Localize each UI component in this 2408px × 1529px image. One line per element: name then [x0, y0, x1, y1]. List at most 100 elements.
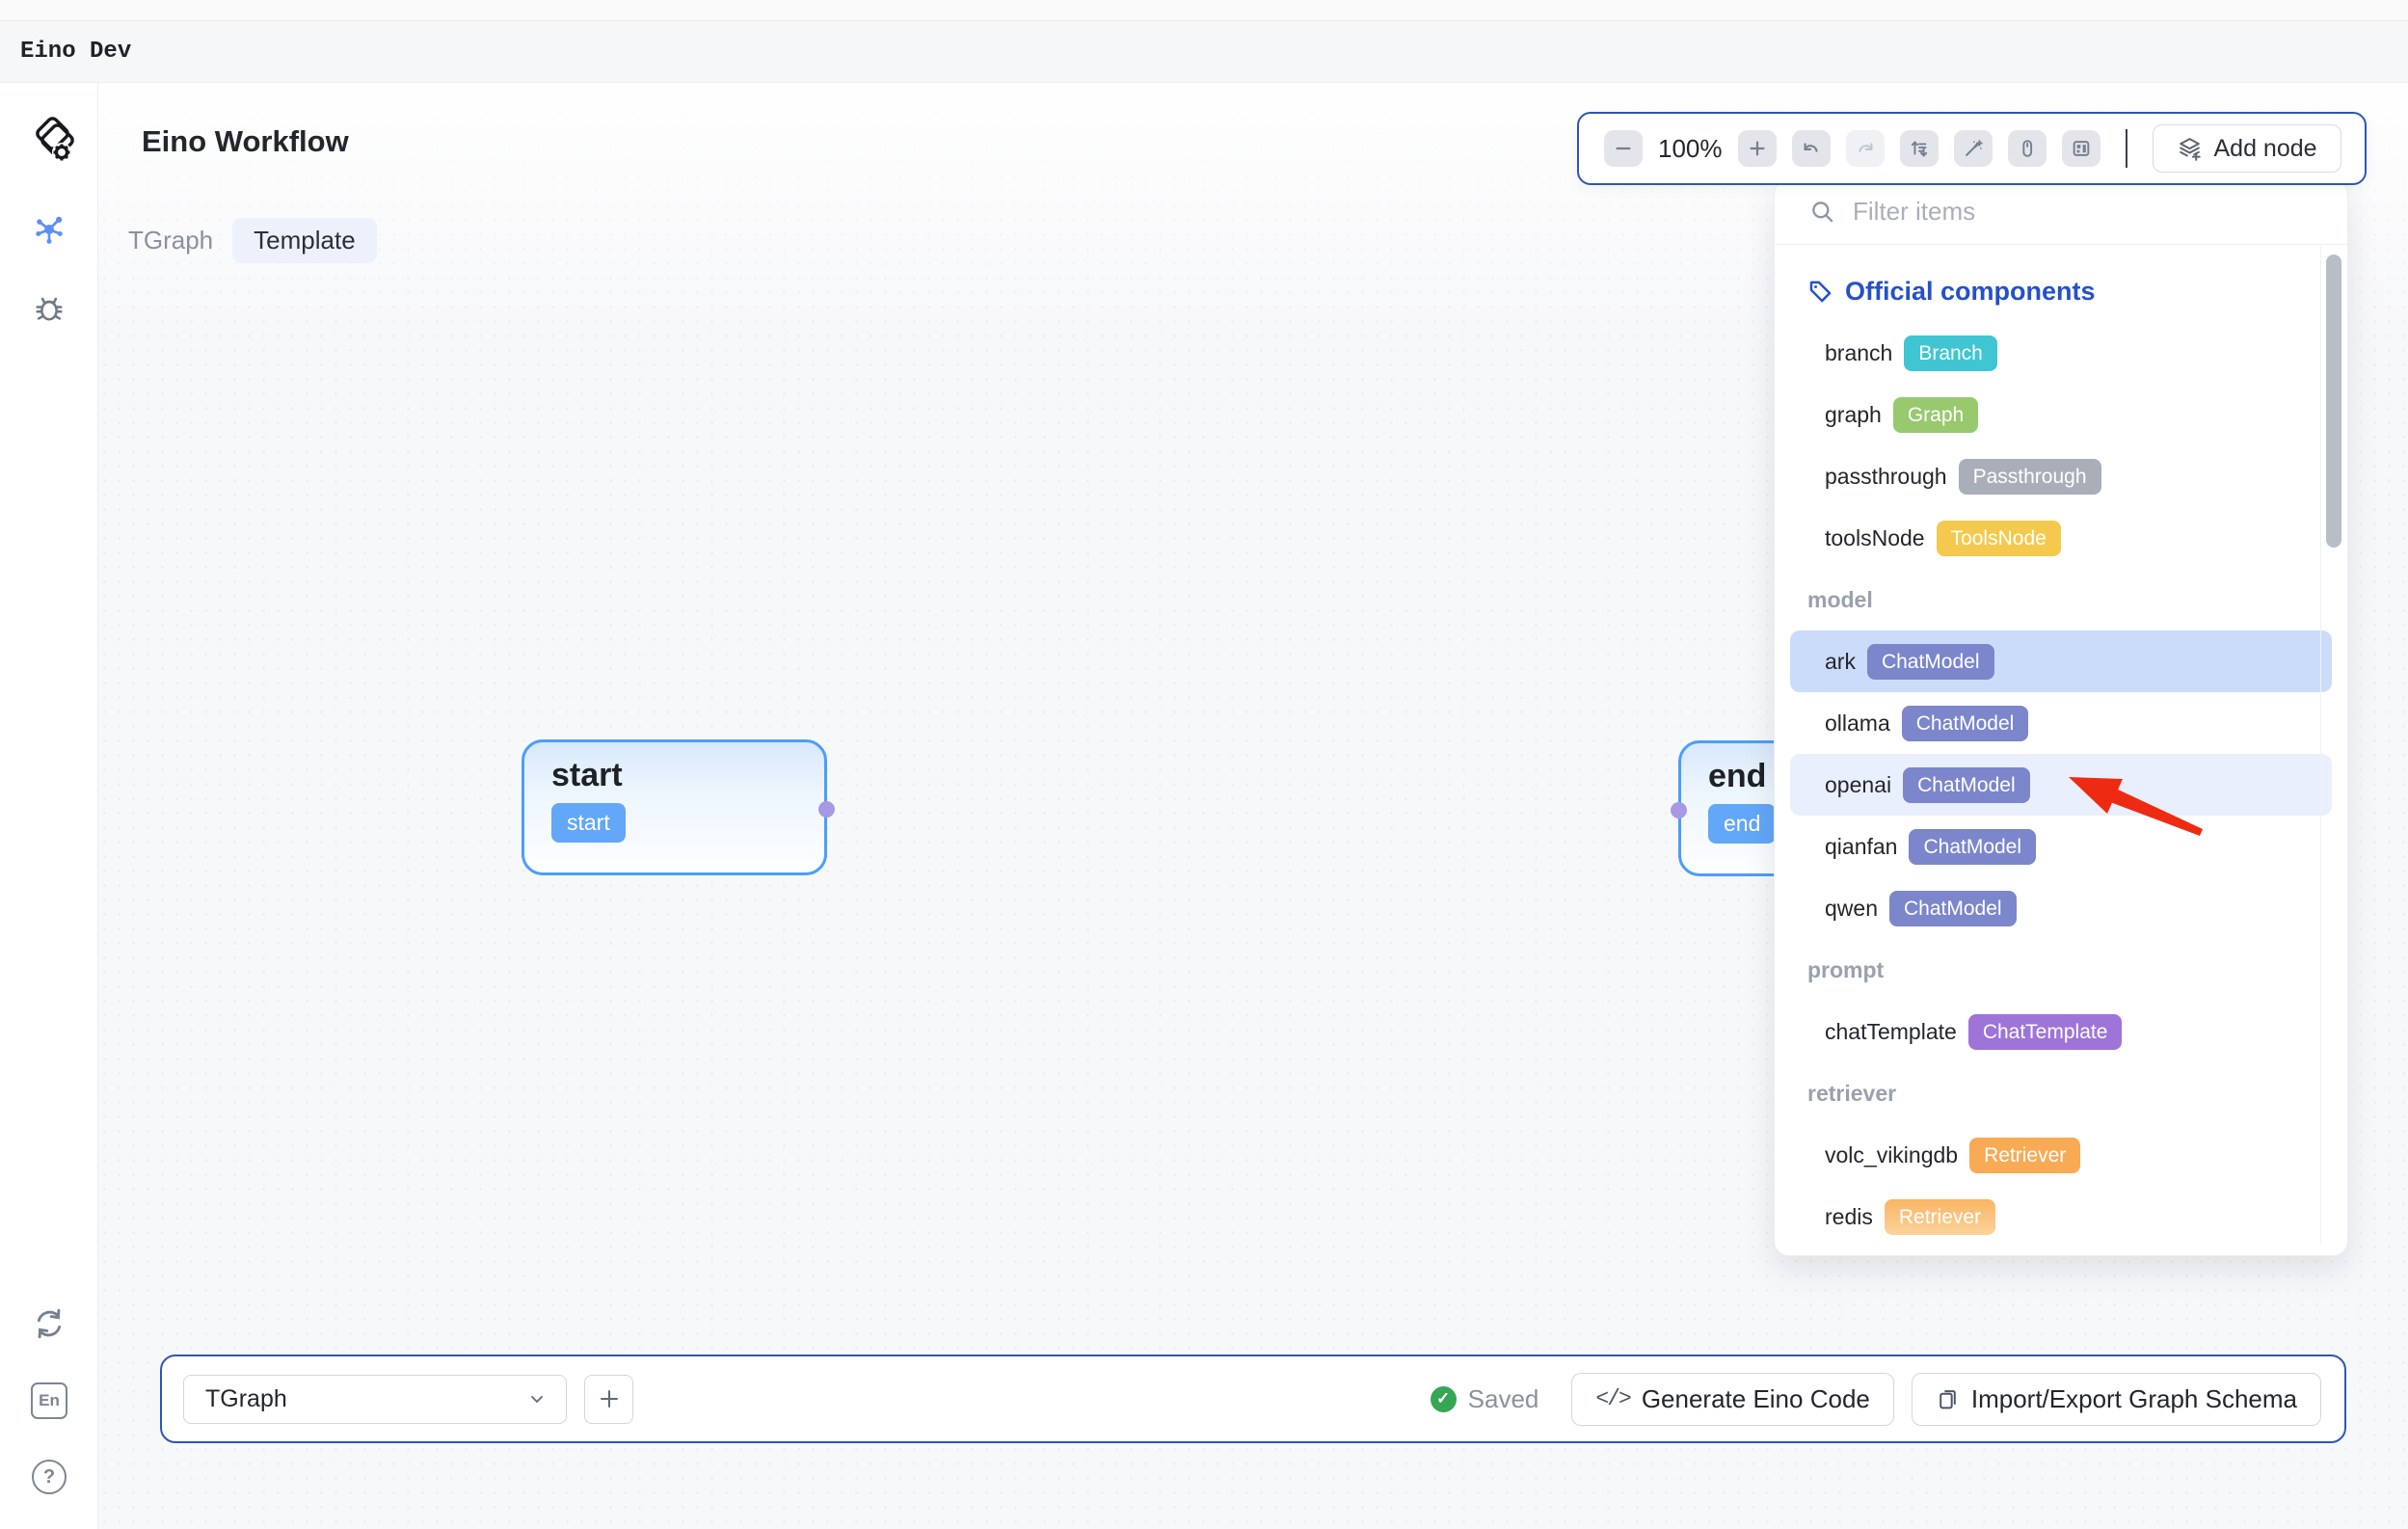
import-export-schema-label: Import/Export Graph Schema [1971, 1384, 2297, 1414]
component-type-badge: ChatModel [1889, 891, 2017, 926]
component-name: openai [1825, 772, 1891, 798]
magic-wand-button[interactable] [1954, 130, 1993, 167]
component-type-badge: ChatModel [1867, 644, 1994, 680]
layers-plus-icon [2177, 136, 2203, 162]
canvas-toolbar: 100% [1577, 112, 2367, 185]
component-name: redis [1825, 1204, 1873, 1230]
save-status: ✓ Saved [1431, 1384, 1539, 1414]
bottom-bar: TGraph ✓ Saved </> Generate Eino Code Im… [160, 1355, 2346, 1443]
component-item-chatTemplate[interactable]: chatTemplate ChatTemplate [1790, 1001, 2332, 1062]
sidebar-item-language[interactable]: En [28, 1380, 70, 1422]
tab-tgraph[interactable]: TGraph [128, 218, 213, 263]
redo-button[interactable] [1846, 130, 1885, 167]
graph-select-value: TGraph [205, 1385, 287, 1413]
node-start-title: start [551, 758, 824, 793]
component-type-badge: ToolsNode [1937, 521, 2061, 556]
add-node-label: Add node [2214, 135, 2317, 163]
component-type-badge: Retriever [1969, 1138, 2080, 1173]
section-label-retriever: retriever [1775, 1062, 2347, 1124]
help-icon: ? [32, 1460, 67, 1494]
tab-template[interactable]: Template [232, 218, 377, 263]
component-name: qwen [1825, 896, 1878, 922]
component-type-badge: ChatModel [1902, 706, 2029, 741]
sidebar: En ? [0, 83, 98, 1529]
zoom-out-button[interactable] [1604, 130, 1643, 167]
section-label-prompt: prompt [1775, 939, 2347, 1001]
component-item-redis[interactable]: redis Retriever [1790, 1186, 2332, 1247]
component-item-volc_vikingdb[interactable]: volc_vikingdbRetriever [1790, 1124, 2332, 1186]
redo-icon [1855, 138, 1876, 159]
filter-row [1775, 179, 2347, 245]
sidebar-item-debug[interactable] [28, 286, 70, 329]
scrollbar-track [2320, 246, 2321, 1244]
generate-eino-code-label: Generate Eino Code [1642, 1384, 1870, 1414]
component-item-graph[interactable]: graphGraph [1790, 384, 2332, 445]
chevron-down-icon [527, 1389, 547, 1408]
component-item-branch[interactable]: branch Branch [1790, 322, 2332, 384]
import-export-schema-button[interactable]: Import/Export Graph Schema [1912, 1373, 2321, 1426]
app-title: Eino Dev [20, 39, 131, 65]
add-graph-button[interactable] [584, 1375, 633, 1424]
component-type-badge: Passthrough [1959, 459, 2101, 495]
component-type-badge: Branch [1904, 335, 1997, 371]
node-start-badge: start [551, 803, 626, 843]
minus-icon [1613, 138, 1634, 159]
component-item-ollama[interactable]: ollama ChatModel [1790, 692, 2332, 754]
search-icon [1809, 199, 1835, 225]
node-start[interactable]: start start [522, 739, 827, 875]
component-name: graph [1825, 402, 1882, 428]
page-title: Eino Workflow [142, 124, 349, 159]
generate-eino-code-button[interactable]: </> Generate Eino Code [1571, 1373, 1893, 1426]
sidebar-item-refresh[interactable] [28, 1302, 70, 1345]
save-status-label: Saved [1468, 1384, 1539, 1414]
component-type-badge: ChatTemplate [1968, 1014, 2123, 1050]
filter-items-input[interactable] [1851, 196, 2318, 228]
sort-layout-icon [1909, 138, 1930, 159]
component-name: ollama [1825, 711, 1890, 737]
official-components-label: Official components [1845, 277, 2096, 307]
graph-select[interactable]: TGraph [183, 1375, 567, 1424]
component-name: qianfan [1825, 834, 1897, 860]
components-list: Official components branch Branch graphGra… [1775, 246, 2347, 1255]
mouse-settings-button[interactable] [2008, 130, 2047, 167]
workflow-network-icon [32, 212, 67, 247]
check-circle-icon: ✓ [1431, 1386, 1457, 1412]
undo-icon [1801, 138, 1822, 159]
node-end-badge: end [1708, 804, 1776, 844]
component-name: toolsNode [1825, 525, 1925, 551]
tag-icon [1807, 279, 1833, 305]
code-icon: </> [1595, 1386, 1629, 1411]
window-top-strip [0, 0, 2408, 21]
component-type-badge: ChatModel [1903, 767, 2030, 803]
language-en-icon: En [31, 1382, 67, 1419]
component-type-badge: Retriever [1885, 1199, 1995, 1235]
section-label-model: model [1775, 569, 2347, 630]
magic-wand-icon [1963, 138, 1984, 159]
zoom-in-button[interactable] [1738, 130, 1777, 167]
toolbar-divider [2126, 129, 2127, 168]
auto-layout-button[interactable] [1900, 130, 1939, 167]
add-node-button[interactable]: Add node [2153, 124, 2341, 173]
component-item-passthrough[interactable]: passthrough Passthrough [1790, 445, 2332, 507]
component-item-ark[interactable]: arkChatModel [1790, 630, 2332, 692]
refresh-icon [32, 1306, 67, 1341]
minimap-button[interactable] [2062, 130, 2100, 167]
component-item-openai[interactable]: openai ChatModel [1790, 754, 2332, 816]
undo-button[interactable] [1792, 130, 1831, 167]
component-name: chatTemplate [1825, 1019, 1957, 1045]
node-start-output-port[interactable] [818, 801, 835, 818]
minimap-icon [2071, 138, 2092, 159]
component-item-qianfan[interactable]: qianfanChatModel [1790, 816, 2332, 877]
node-end-input-port[interactable] [1671, 802, 1687, 818]
graph-tabs: TGraph Template [128, 218, 377, 263]
zoom-level-label: 100% [1658, 134, 1723, 164]
component-name: branch [1825, 340, 1892, 366]
sidebar-item-help[interactable]: ? [28, 1456, 70, 1498]
component-name: passthrough [1825, 464, 1947, 490]
clipboard-icon [1936, 1387, 1960, 1411]
component-item-toolsNode[interactable]: toolsNode ToolsNode [1790, 507, 2332, 569]
scrollbar-thumb[interactable] [2326, 255, 2341, 548]
sidebar-item-workflow[interactable] [28, 208, 70, 251]
component-item-qwen[interactable]: qwen ChatModel [1790, 877, 2332, 939]
official-components-header: Official components [1775, 260, 2347, 322]
